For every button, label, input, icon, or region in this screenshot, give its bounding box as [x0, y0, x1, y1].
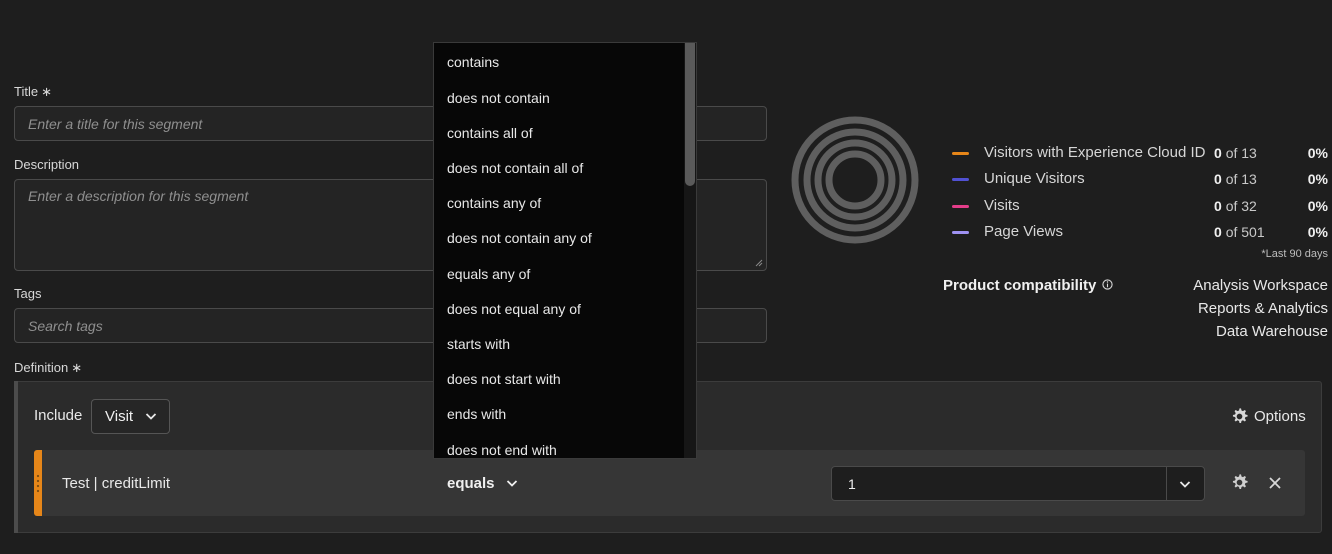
tags-placeholder: Search tags [28, 317, 103, 334]
menu-item-contains-any-of[interactable]: contains any of [447, 195, 541, 211]
metric-percent: 0% [1307, 171, 1328, 187]
menu-item-does-not-contain[interactable]: does not contain [447, 90, 550, 106]
metric-percent: 0% [1307, 198, 1328, 214]
scope-picker[interactable]: Visit [91, 399, 170, 434]
metric-count: 0 of 32 [1214, 198, 1257, 214]
gear-icon [1232, 408, 1248, 424]
title-label-text: Title [14, 84, 39, 99]
menu-item-does-not-contain-any-of[interactable]: does not contain any of [447, 230, 592, 246]
operator-picker[interactable]: equals [447, 475, 518, 492]
legend-swatch [952, 178, 969, 181]
compat-item: Data Warehouse [1215, 323, 1328, 340]
info-icon[interactable] [1102, 278, 1113, 290]
metric-count: 0 of 13 [1214, 171, 1257, 187]
chevron-down-icon [145, 413, 157, 420]
required-marker: ∗ [71, 360, 83, 375]
metric-count: 0 of 13 [1214, 145, 1257, 161]
operator-value: equals [447, 475, 495, 492]
compat-item: Analysis Workspace [1193, 277, 1328, 294]
close-icon[interactable] [1268, 476, 1282, 490]
description-label: Description [14, 157, 80, 172]
metric-name: Visitors with Experience Cloud ID [984, 144, 1206, 161]
rule-dimension[interactable]: Test | creditLimit [62, 475, 170, 492]
menu-item-contains-all-of[interactable]: contains all of [447, 125, 533, 141]
description-placeholder: Enter a description for this segment [28, 188, 249, 204]
chevron-down-icon [506, 480, 517, 487]
segment-summary-rings [791, 116, 919, 244]
compat-item: Reports & Analytics [1197, 300, 1328, 317]
include-label: Include [34, 407, 83, 424]
menu-item-does-not-contain-all-of[interactable]: does not contain all of [447, 160, 583, 176]
footnote: *Last 90 days [1261, 248, 1328, 260]
metric-name: Unique Visitors [984, 170, 1085, 187]
metric-name: Page Views [984, 223, 1063, 240]
menu-item-does-not-end-with[interactable]: does not end with [447, 442, 557, 458]
menu-item-contains[interactable]: contains [447, 54, 499, 70]
menu-item-starts-with[interactable]: starts with [447, 336, 510, 352]
options-button[interactable]: Options [1230, 407, 1306, 426]
metric-row-visits: Visits 0 of 32 0% [952, 197, 1328, 217]
compat-label: Product compatibility [943, 277, 1097, 294]
definition-label-text: Definition [14, 360, 69, 375]
tags-label: Tags [14, 286, 42, 301]
legend-swatch [952, 231, 969, 234]
operator-dropdown-menu[interactable]: contains does not contain contains all o… [433, 42, 697, 459]
required-marker: ∗ [41, 84, 52, 99]
value-input[interactable]: 1 [848, 476, 856, 492]
metric-count: 0 of 501 [1214, 224, 1265, 240]
rule-settings-gear-icon[interactable] [1230, 473, 1249, 492]
title-placeholder: Enter a title for this segment [28, 115, 203, 132]
product-compatibility: Product compatibility [943, 277, 1113, 294]
legend-swatch [952, 152, 969, 155]
metric-percent: 0% [1307, 145, 1328, 161]
value-combobox[interactable]: 1 [831, 466, 1205, 501]
legend-swatch [952, 205, 969, 208]
container-accent-bar [14, 381, 18, 533]
metric-row-page-views: Page Views 0 of 501 0% [952, 223, 1328, 243]
drag-handle[interactable] [34, 450, 42, 516]
menu-item-ends-with[interactable]: ends with [447, 406, 506, 422]
menu-item-equals-any-of[interactable]: equals any of [447, 266, 530, 282]
definition-label: Definition ∗ [14, 360, 82, 376]
metric-percent: 0% [1307, 224, 1328, 240]
drag-grip-icon [36, 474, 40, 493]
metric-name: Visits [984, 197, 1020, 214]
scope-value: Visit [105, 408, 134, 425]
menu-item-does-not-equal-any-of[interactable]: does not equal any of [447, 301, 581, 317]
resize-grip-icon[interactable] [755, 259, 763, 267]
metric-row-unique-visitors: Unique Visitors 0 of 13 0% [952, 170, 1328, 190]
metric-row-ecid: Visitors with Experience Cloud ID 0 of 1… [952, 144, 1328, 164]
divider [1166, 467, 1167, 500]
menu-item-does-not-start-with[interactable]: does not start with [447, 371, 561, 387]
options-label: Options [1254, 408, 1306, 425]
chevron-down-icon[interactable] [1179, 480, 1191, 489]
title-label: Title ∗ [14, 84, 52, 100]
scrollbar-thumb[interactable] [685, 43, 695, 186]
